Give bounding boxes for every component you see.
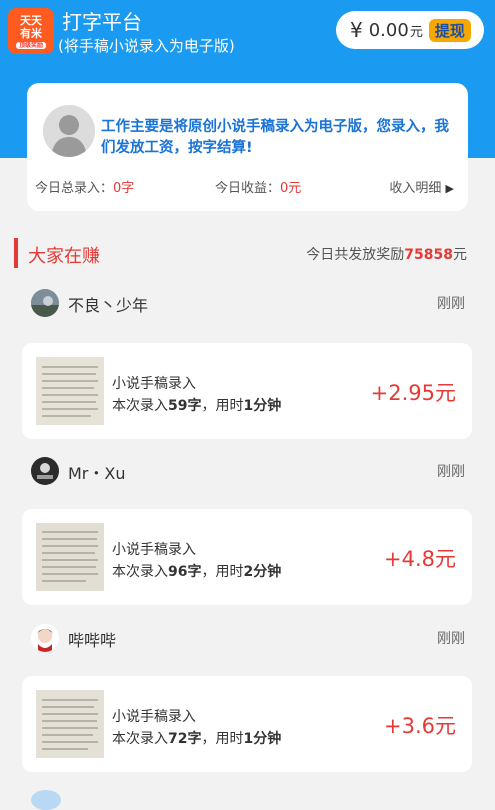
withdraw-button[interactable]: 提现 bbox=[428, 18, 471, 42]
earned-amount: +4.8元 bbox=[384, 547, 456, 571]
today-income: 今日收益：0元 bbox=[215, 177, 301, 196]
logo-tag: 顶级奖励 bbox=[15, 41, 46, 49]
feed-user-row: Mr・Xu 刚刚 bbox=[31, 457, 465, 487]
time-label: 刚刚 bbox=[437, 296, 465, 312]
earned-amount: +3.6元 bbox=[384, 714, 456, 738]
feed-user-row: 哔哔哔 刚刚 bbox=[31, 624, 465, 654]
task-title: 小说手稿录入 bbox=[112, 709, 196, 725]
task-card[interactable]: 小说手稿录入 本次录入72字，用时1分钟 +3.6元 bbox=[22, 676, 472, 772]
app-logo: 天天 有米 顶级奖励 bbox=[8, 8, 54, 54]
income-detail-label: 收入明细 bbox=[389, 181, 442, 196]
chevron-right-icon: ▶ bbox=[445, 182, 454, 195]
task-title: 小说手稿录入 bbox=[112, 542, 196, 558]
user-name: Mr・Xu bbox=[68, 464, 126, 483]
logo-line-2: 有米 bbox=[20, 26, 42, 40]
user-name: 哔哔哔 bbox=[68, 631, 117, 650]
stats-row: 今日总录入：0字 今日收益：0元 收入明细 ▶ bbox=[27, 177, 468, 199]
task-chars: 72字 bbox=[168, 731, 202, 747]
manuscript-thumbnail bbox=[36, 523, 104, 591]
reward-unit: 元 bbox=[453, 247, 467, 263]
task-mid: ，用时 bbox=[201, 564, 244, 580]
task-mid: ，用时 bbox=[201, 398, 244, 414]
today-total-label: 今日总录入： bbox=[35, 181, 114, 196]
next-user-avatar bbox=[31, 790, 61, 810]
wallet-pill[interactable]: ¥ 0.00 元 提现 bbox=[336, 11, 484, 49]
task-duration: 2分钟 bbox=[243, 564, 282, 580]
earned-amount: +2.95元 bbox=[370, 381, 456, 405]
manuscript-thumbnail bbox=[36, 357, 104, 425]
today-income-label: 今日收益： bbox=[215, 181, 281, 196]
task-title: 小说手稿录入 bbox=[112, 376, 196, 392]
task-prefix: 本次录入 bbox=[112, 731, 168, 747]
user-avatar bbox=[31, 289, 59, 317]
task-mid: ，用时 bbox=[201, 731, 244, 747]
income-detail-link[interactable]: 收入明细 ▶ bbox=[389, 177, 454, 196]
reward-prefix: 今日共发放奖励 bbox=[306, 247, 405, 263]
yen-icon: ¥ bbox=[350, 18, 363, 42]
task-chars: 96字 bbox=[168, 564, 202, 580]
task-card[interactable]: 小说手稿录入 本次录入96字，用时2分钟 +4.8元 bbox=[22, 509, 472, 605]
user-name: 不良丶少年 bbox=[68, 296, 149, 315]
task-prefix: 本次录入 bbox=[112, 398, 168, 414]
section-accent-bar bbox=[14, 238, 18, 268]
default-avatar-icon bbox=[43, 105, 95, 157]
section-title: 大家在赚 bbox=[28, 246, 100, 267]
task-chars: 59字 bbox=[168, 398, 202, 414]
today-total-value: 0字 bbox=[113, 181, 135, 196]
feed-user-row: 不良丶少年 刚刚 bbox=[31, 289, 465, 319]
user-avatar bbox=[31, 624, 59, 652]
balance-unit: 元 bbox=[409, 24, 423, 40]
balance-amount: 0.00 bbox=[368, 19, 409, 41]
task-detail: 本次录入72字，用时1分钟 bbox=[112, 728, 281, 748]
manuscript-thumbnail bbox=[36, 690, 104, 758]
app-title: 打字平台 bbox=[62, 10, 142, 34]
task-duration: 1分钟 bbox=[243, 731, 282, 747]
user-avatar bbox=[31, 457, 59, 485]
app-subtitle: (将手稿小说录入为电子版) bbox=[58, 37, 235, 55]
time-label: 刚刚 bbox=[437, 464, 465, 480]
logo-line-1: 天天 bbox=[20, 13, 42, 27]
task-card[interactable]: 小说手稿录入 本次录入59字，用时1分钟 +2.95元 bbox=[22, 343, 472, 439]
intro-card: 工作主要是将原创小说手稿录入为电子版，您录入，我们发放工资，按字结算! 今日总录… bbox=[27, 83, 468, 211]
task-detail: 本次录入96字，用时2分钟 bbox=[112, 561, 281, 581]
time-label: 刚刚 bbox=[437, 631, 465, 647]
task-duration: 1分钟 bbox=[243, 398, 282, 414]
today-income-value: 0元 bbox=[280, 181, 302, 196]
task-detail: 本次录入59字，用时1分钟 bbox=[112, 395, 281, 415]
intro-text: 工作主要是将原创小说手稿录入为电子版，您录入，我们发放工资，按字结算! bbox=[101, 119, 449, 156]
today-total: 今日总录入：0字 bbox=[35, 177, 134, 196]
reward-summary: 今日共发放奖励75858元 bbox=[306, 244, 467, 264]
task-prefix: 本次录入 bbox=[112, 564, 168, 580]
reward-value: 75858 bbox=[404, 247, 453, 263]
